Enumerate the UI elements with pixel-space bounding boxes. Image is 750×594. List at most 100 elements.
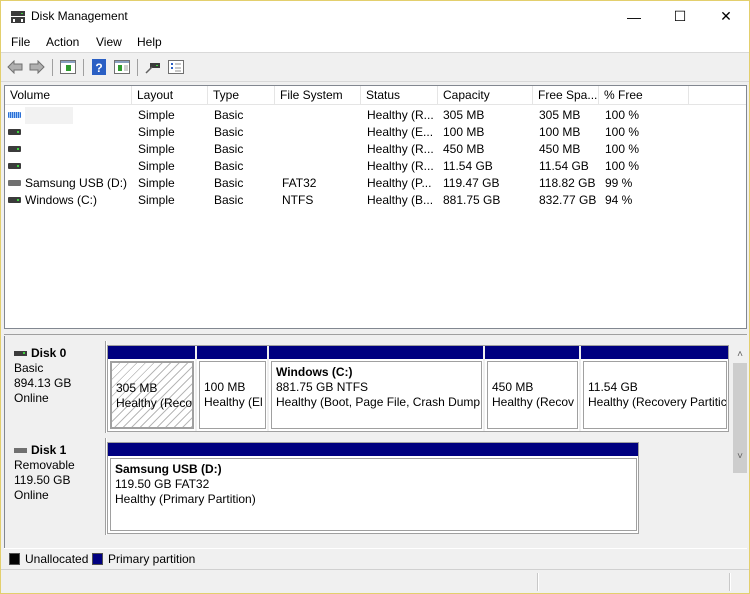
- show-hide-action-pane-button[interactable]: [113, 58, 131, 76]
- column-header-volume[interactable]: Volume: [5, 86, 132, 105]
- back-button[interactable]: [6, 58, 24, 76]
- volume-row[interactable]: Simple Basic Healthy (E... 100 MB 100 MB 100 …: [5, 124, 746, 141]
- disk-0-size: 894.13 GB: [14, 376, 72, 390]
- removable-volume-icon: [8, 180, 21, 186]
- partition-windows-c[interactable]: Windows (C:) 881.75 GB NTFS Healthy (Boo…: [269, 346, 485, 431]
- menu-action[interactable]: Action: [46, 35, 79, 49]
- menu-file[interactable]: File: [11, 35, 30, 49]
- file-system-cell: [282, 107, 360, 124]
- disk-1-partitions: Samsung USB (D:) 119.50 GB FAT32 Healthy…: [107, 442, 639, 534]
- status-cell: Healthy (B...: [367, 193, 434, 207]
- free-space-cell: 11.54 GB: [539, 159, 589, 173]
- volume-cell: [25, 158, 130, 175]
- partition-details: Samsung USB (D:) 119.50 GB FAT32 Healthy…: [110, 458, 637, 531]
- volume-row[interactable]: Simple Basic Healthy (R... 11.54 GB 11.54 GB…: [5, 158, 746, 175]
- free-space-cell: 450 MB: [539, 142, 581, 156]
- connect-button[interactable]: [144, 58, 162, 76]
- minimize-button[interactable]: —: [611, 1, 657, 32]
- forward-arrow-icon: [29, 60, 45, 74]
- primary-partition-bar: [197, 346, 267, 359]
- primary-partition-swatch: [92, 553, 103, 565]
- layout-cell: Simple: [138, 125, 175, 139]
- title-bar: Disk Management — ☐ ✕: [1, 1, 749, 32]
- file-system-cell: FAT32: [282, 176, 317, 190]
- volume-cell: [25, 124, 130, 141]
- disk-1-state: Online: [14, 488, 49, 502]
- file-system-cell: [282, 158, 360, 175]
- window-title: Disk Management: [31, 9, 128, 23]
- volume-row[interactable]: Samsung USB (D:) Simple Basic FAT32 Healthy …: [5, 175, 746, 192]
- column-header-layout[interactable]: Layout: [132, 86, 208, 105]
- disk-0-state: Online: [14, 391, 49, 405]
- scroll-down-button[interactable]: ˅: [732, 448, 748, 464]
- volume-row[interactable]: Windows (C:) Simple Basic NTFS Healthy (B...…: [5, 192, 746, 209]
- primary-partition-bar: [581, 346, 728, 359]
- disk-management-app-icon: [11, 11, 25, 23]
- toolbar: ?: [1, 54, 749, 82]
- disk-0-partitions: 305 MB Healthy (Reco 100 MB Healthy (El …: [107, 345, 729, 432]
- layout-cell: Simple: [138, 159, 175, 173]
- volume-icon: [8, 197, 21, 203]
- svg-text:?: ?: [95, 61, 102, 75]
- properties-button[interactable]: [167, 58, 185, 76]
- toolbar-separator: [137, 59, 138, 76]
- type-cell: Basic: [214, 176, 244, 190]
- pane-splitter[interactable]: [4, 329, 747, 335]
- status-cell: Healthy (P...: [367, 176, 432, 190]
- partition-recovery-305mb[interactable]: 305 MB Healthy (Reco: [108, 346, 197, 431]
- type-cell: Basic: [214, 125, 244, 139]
- free-space-cell: 305 MB: [539, 108, 581, 122]
- toolbar-separator: [52, 59, 53, 76]
- close-button[interactable]: ✕: [703, 1, 749, 32]
- scroll-up-button[interactable]: ˄: [732, 346, 748, 362]
- partition-details: 11.54 GB Healthy (Recovery Partitic: [583, 361, 727, 429]
- volume-cell: Samsung USB (D:): [25, 176, 128, 190]
- show-hide-console-tree-button[interactable]: [59, 58, 77, 76]
- action-pane-icon: [114, 60, 130, 74]
- help-button[interactable]: ?: [90, 58, 108, 76]
- menu-view[interactable]: View: [96, 35, 122, 49]
- layout-cell: Simple: [138, 108, 175, 122]
- graphical-view-scrollbar[interactable]: ˄ ˅: [732, 346, 748, 548]
- column-header-percent-free[interactable]: % Free: [599, 86, 689, 105]
- partition-recovery-11gb[interactable]: 11.54 GB Healthy (Recovery Partitic: [581, 346, 728, 431]
- disk-1-name: Disk 1: [14, 443, 106, 458]
- chevron-up-icon: ˄: [737, 348, 743, 360]
- column-header-free-space[interactable]: Free Spa...: [533, 86, 599, 105]
- partition-details: 305 MB Healthy (Reco: [110, 361, 194, 429]
- volume-row[interactable]: Simple Basic Healthy (R... 450 MB 450 MB 100 …: [5, 141, 746, 158]
- partition-recovery-450mb[interactable]: 450 MB Healthy (Recov: [485, 346, 581, 431]
- disk-0-label[interactable]: Disk 0 Basic 894.13 GB Online: [6, 341, 107, 433]
- status-bar-separator: [729, 573, 731, 591]
- disk-1-type: Removable: [14, 458, 75, 472]
- forward-button[interactable]: [28, 58, 46, 76]
- column-header-file-system[interactable]: File System: [275, 86, 361, 105]
- minimize-icon: —: [627, 8, 641, 25]
- status-cell: Healthy (R...: [367, 108, 434, 122]
- partition-details: 100 MB Healthy (El: [199, 361, 266, 429]
- layout-cell: Simple: [138, 142, 175, 156]
- toolbar-separator: [83, 59, 84, 76]
- disk-1-label[interactable]: Disk 1 Removable 119.50 GB Online: [6, 438, 107, 535]
- close-icon: ✕: [720, 8, 732, 24]
- primary-partition-bar: [108, 443, 638, 456]
- menu-bar: File Action View Help: [1, 32, 749, 53]
- volume-row[interactable]: Simple Basic Healthy (R... 305 MB 305 MB 100 …: [5, 107, 746, 124]
- column-header-status[interactable]: Status: [361, 86, 438, 105]
- volume-cell: [25, 141, 130, 158]
- column-header-capacity[interactable]: Capacity: [438, 86, 533, 105]
- column-header-type[interactable]: Type: [208, 86, 275, 105]
- volume-list: Volume Layout Type File System Status Ca…: [4, 85, 747, 329]
- partition-efi-100mb[interactable]: 100 MB Healthy (El: [197, 346, 269, 431]
- volume-icon: [8, 163, 21, 169]
- type-cell: Basic: [214, 159, 244, 173]
- status-bar: [1, 569, 749, 593]
- partition-samsung-usb-d[interactable]: Samsung USB (D:) 119.50 GB FAT32 Healthy…: [108, 443, 638, 533]
- type-cell: Basic: [214, 142, 244, 156]
- status-cell: Healthy (R...: [367, 142, 434, 156]
- removable-drive-icon: [14, 448, 27, 453]
- maximize-button[interactable]: ☐: [657, 1, 703, 32]
- type-cell: Basic: [214, 108, 244, 122]
- menu-help[interactable]: Help: [137, 35, 162, 49]
- percent-free-cell: 100 %: [605, 142, 640, 156]
